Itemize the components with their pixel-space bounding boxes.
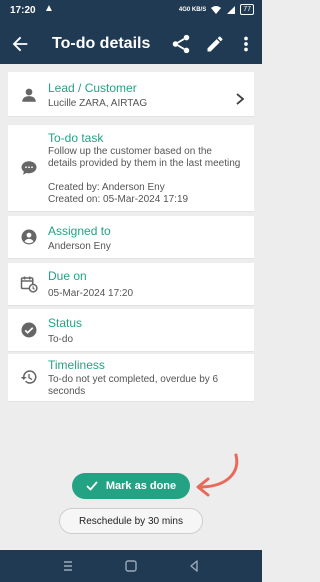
battery-indicator: 77	[240, 4, 254, 15]
task-label: To-do task	[48, 131, 104, 145]
signal-icon	[226, 5, 236, 15]
lead-value: Lucille ZARA, AIRTAG	[48, 98, 148, 109]
person-icon	[22, 88, 36, 102]
annotation-arrow	[196, 453, 239, 497]
task-description: Follow up the customer based on the deta…	[48, 146, 241, 169]
reschedule-label: Reschedule by 30 mins	[79, 515, 183, 527]
mark-as-done-button[interactable]: Mark as done	[72, 473, 190, 499]
warning-icon: ▲	[44, 3, 54, 14]
home-icon[interactable]	[123, 558, 139, 574]
pencil-icon[interactable]	[205, 34, 225, 54]
lead-label: Lead / Customer	[48, 81, 137, 95]
more-vert-icon[interactable]	[238, 33, 254, 55]
check-circle-icon	[21, 322, 37, 338]
check-icon	[86, 481, 98, 491]
status-card: Status To-do	[8, 309, 254, 352]
back-nav-icon[interactable]	[186, 558, 202, 574]
calendar-clock-icon	[20, 276, 38, 293]
share-icon[interactable]	[170, 33, 192, 55]
assigned-value: Anderson Eny	[48, 241, 111, 252]
reschedule-button[interactable]: Reschedule by 30 mins	[59, 508, 203, 534]
status-value: To-do	[48, 334, 74, 345]
timeliness-label: Timeliness	[48, 358, 105, 372]
timeliness-value: To-do not yet completed, overdue by 6 se…	[48, 374, 219, 397]
chevron-right-icon	[236, 93, 245, 105]
status-label: Status	[48, 316, 83, 330]
task-created-on: Created on: 05-Mar-2024 17:19	[48, 194, 189, 205]
assigned-label: Assigned to	[48, 224, 111, 238]
lead-card[interactable]: Lead / Customer Lucille ZARA, AIRTAG	[8, 72, 254, 117]
due-card: Due on 05-Mar-2024 17:20	[8, 263, 254, 306]
status-bar: 17:20 ▲ 4G0 KB/S 77	[0, 0, 262, 24]
network-speed: 4G0 KB/S	[178, 6, 207, 13]
due-value: 05-Mar-2024 17:20	[48, 288, 134, 299]
system-nav-bar	[0, 550, 262, 582]
wifi-icon	[210, 5, 222, 15]
history-icon	[20, 370, 37, 384]
chat-icon	[21, 161, 37, 175]
status-time: 17:20	[10, 5, 36, 16]
task-card: To-do task Follow up the customer based …	[8, 125, 254, 212]
timeliness-card: Timeliness To-do not yet completed, over…	[8, 354, 254, 402]
page-title: To-do details	[52, 35, 151, 52]
arrow-back-icon[interactable]	[9, 33, 31, 55]
app-bar: To-do details	[0, 24, 262, 64]
due-label: Due on	[48, 269, 87, 283]
mark-as-done-label: Mark as done	[105, 480, 177, 492]
task-created-by: Created by: Anderson Eny	[48, 182, 165, 193]
recents-icon[interactable]	[60, 558, 76, 574]
assigned-card: Assigned to Anderson Eny	[8, 216, 254, 259]
account-circle-icon	[21, 229, 37, 245]
